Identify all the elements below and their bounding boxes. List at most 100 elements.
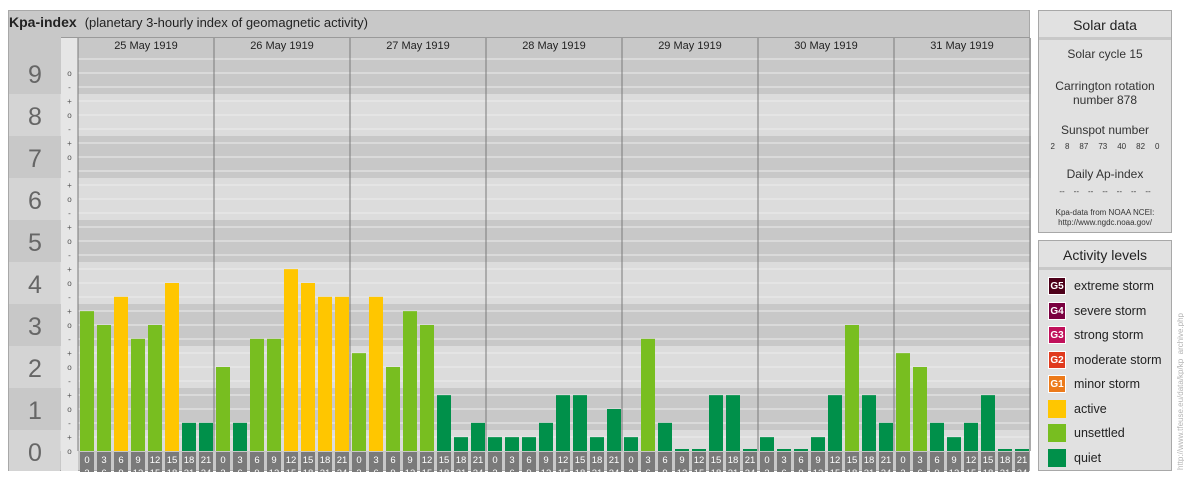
kp-bar	[607, 409, 621, 451]
x-tick-end-label: 12	[405, 468, 416, 472]
kp-bar	[165, 283, 179, 451]
x-tick-start-label: 9	[407, 455, 412, 466]
x-tick-end-label: 12	[133, 468, 144, 472]
ap-index-values: -- -- -- -- -- -- --	[1039, 187, 1171, 196]
x-tick-start-label: 9	[679, 455, 684, 466]
kp-bar	[760, 437, 774, 451]
y-tick-label: 3	[28, 313, 42, 341]
kp-bar	[454, 437, 468, 451]
x-tick-start-label: 18	[592, 455, 603, 466]
minor-tick-label: +	[67, 265, 72, 274]
x-tick-end-label: 9	[254, 468, 259, 472]
x-tick-end-label: 15	[286, 468, 297, 472]
legend-swatch: G4	[1048, 301, 1066, 320]
legend-item-strong-storm: G3 strong storm	[1039, 323, 1171, 348]
activity-levels-panel: Activity levels G5 extreme storm G4 severe …	[1038, 240, 1172, 471]
x-tick-start-label: 12	[558, 455, 569, 466]
day-date-label: 29 May 1919	[658, 40, 722, 52]
kp-bar	[743, 449, 757, 451]
kp-bar	[573, 395, 587, 451]
x-tick-end-label: 18	[575, 468, 586, 472]
x-tick-start-label: 6	[662, 455, 667, 466]
sunspot-values: 2 8 87 73 40 82 0	[1039, 142, 1171, 151]
x-tick-end-label: 18	[439, 468, 450, 472]
kp-bar	[556, 395, 570, 451]
day-date-label: 28 May 1919	[522, 40, 586, 52]
x-tick-end-label: 18	[167, 468, 178, 472]
kp-bar	[998, 449, 1012, 451]
kp-bar	[726, 395, 740, 451]
x-tick-start-label: 9	[951, 455, 956, 466]
legend-item-quiet: quiet	[1039, 446, 1171, 471]
x-tick-start-label: 6	[118, 455, 123, 466]
x-tick-start-label: 0	[764, 455, 769, 466]
ap-value: --	[1073, 187, 1079, 196]
activity-levels-heading: Activity levels	[1062, 247, 1148, 263]
minor-tick-label: o	[67, 279, 72, 288]
x-tick-start-label: 3	[373, 455, 378, 466]
kp-bar	[335, 296, 349, 451]
kp-bar	[267, 338, 281, 451]
kp-bar	[233, 422, 247, 451]
minor-tick-label: -	[68, 125, 71, 134]
x-tick-start-label: 3	[509, 455, 514, 466]
legend-item-minor-storm: G1 minor storm	[1039, 372, 1171, 397]
legend-label: unsettled	[1074, 426, 1125, 441]
x-tick-end-label: 21	[184, 468, 195, 472]
sunspot-heading: Sunspot number	[1060, 123, 1150, 137]
minor-tick-label: +	[67, 391, 72, 400]
legend-label: extreme storm	[1074, 279, 1154, 294]
kp-bar	[896, 353, 910, 451]
x-tick-start-label: 21	[473, 455, 484, 466]
kp-bar	[981, 395, 995, 451]
minor-tick-label: +	[67, 97, 72, 106]
x-tick-end-label: 21	[864, 468, 875, 472]
x-tick-end-label: 3	[628, 468, 633, 472]
kp-bar	[420, 325, 434, 451]
minor-tick-label: -	[68, 293, 71, 302]
minor-tick-label: +	[67, 307, 72, 316]
x-tick-end-label: 9	[798, 468, 803, 472]
x-tick-start-label: 9	[135, 455, 140, 466]
watermark-url: http://www.tfeuse.eu/data/kp/kp_archive.…	[1176, 313, 1184, 470]
minor-tick-label: -	[68, 167, 71, 176]
ap-value: --	[1145, 187, 1151, 196]
x-tick-end-label: 24	[609, 468, 620, 472]
x-tick-start-label: 12	[694, 455, 705, 466]
x-tick-start-label: 6	[390, 455, 395, 466]
y-tick-label: 2	[28, 355, 42, 383]
x-tick-end-label: 6	[917, 468, 922, 472]
x-tick-end-label: 24	[473, 468, 484, 472]
x-tick-end-label: 6	[781, 468, 786, 472]
x-tick-end-label: 18	[303, 468, 314, 472]
x-tick-end-label: 3	[356, 468, 361, 472]
chart-title: Kpa-index (planetary 3-hourly index of ge…	[9, 14, 368, 30]
x-tick-start-label: 0	[492, 455, 497, 466]
x-tick-start-label: 3	[917, 455, 922, 466]
kp-bar	[301, 283, 315, 451]
x-tick-end-label: 24	[337, 468, 348, 472]
kp-bar	[658, 422, 672, 451]
legend-item-extreme-storm: G5 extreme storm	[1039, 274, 1171, 299]
kp-bar	[522, 437, 536, 451]
minor-tick-label: o	[67, 363, 72, 372]
x-tick-start-label: 18	[184, 455, 195, 466]
minor-tick-label: o	[67, 69, 72, 78]
day-date-label: 31 May 1919	[930, 40, 994, 52]
sunspot-value: 2	[1050, 142, 1055, 151]
legend-label: severe storm	[1074, 303, 1147, 318]
x-tick-end-label: 15	[966, 468, 977, 472]
x-tick-start-label: 6	[798, 455, 803, 466]
x-tick-end-label: 15	[558, 468, 569, 472]
x-tick-end-label: 3	[492, 468, 497, 472]
minor-tick-label: +	[67, 349, 72, 358]
activity-divider	[1039, 267, 1171, 270]
kp-bar	[131, 338, 145, 451]
x-tick-end-label: 6	[373, 468, 378, 472]
legend-swatch: G3	[1048, 326, 1066, 345]
legend-label: active	[1074, 401, 1107, 416]
minor-tick-label: o	[67, 111, 72, 120]
kp-bar	[845, 325, 859, 451]
x-tick-start-label: 21	[201, 455, 212, 466]
minor-tick-label: o	[67, 447, 72, 456]
